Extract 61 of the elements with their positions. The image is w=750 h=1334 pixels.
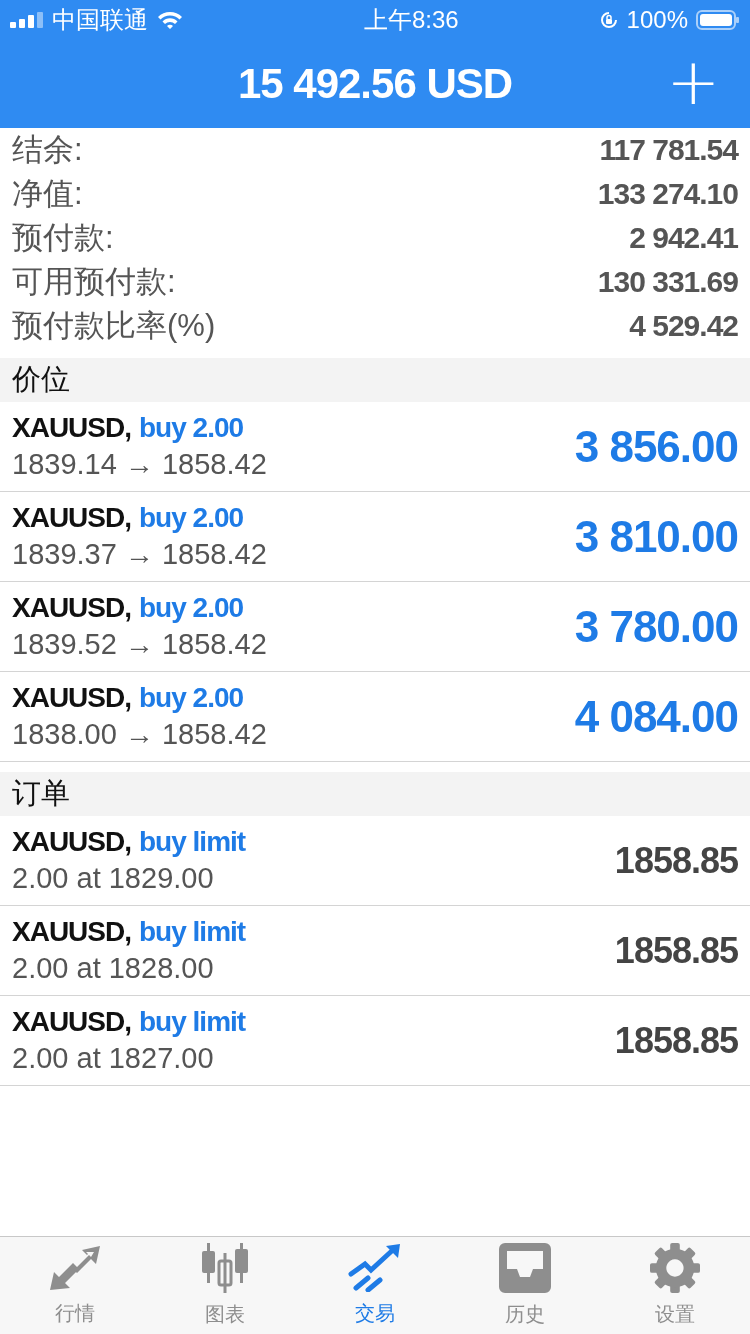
trade-row[interactable]: XAUUSD, buy 2.00 1839.37 → 1858.42 3 810.00 <box>0 492 750 582</box>
trade-prices: 1839.14 → 1858.42 <box>12 448 267 481</box>
price-value: 1858.85 <box>614 839 738 882</box>
trade-type: buy limit <box>139 916 246 948</box>
trade-type: buy 2.00 <box>139 592 244 624</box>
symbol-text: XAUUSD, <box>12 916 131 948</box>
summary-label: 净值: <box>12 175 83 213</box>
rotation-lock-icon <box>598 10 619 30</box>
trade-type: buy limit <box>139 1006 246 1038</box>
trade-row[interactable]: XAUUSD, buy limit 2.00 at 1829.00 1858.85 <box>0 816 750 906</box>
trade-prices: 1839.37 → 1858.42 <box>12 538 267 571</box>
symbol-text: XAUUSD, <box>12 592 131 624</box>
wifi-icon <box>156 10 184 30</box>
trade-prices: 1839.52 → 1858.42 <box>12 628 267 661</box>
summary-label: 结余: <box>12 131 83 169</box>
trade-prices: 2.00 at 1829.00 <box>12 862 215 895</box>
trade-row[interactable]: XAUUSD, buy 2.00 1838.00 → 1858.42 4 084.00 <box>0 672 750 762</box>
inbox-icon <box>499 1243 551 1293</box>
battery-icon <box>696 10 740 30</box>
symbol-text: XAUUSD, <box>12 826 131 858</box>
trade-type: buy 2.00 <box>139 682 244 714</box>
trade-type: buy 2.00 <box>139 412 244 444</box>
summary-label: 可用预付款: <box>12 263 176 301</box>
trade-row[interactable]: XAUUSD, buy 2.00 1839.14 → 1858.42 3 856.00 <box>0 402 750 492</box>
battery-percent: 100% <box>626 6 688 34</box>
symbol-text: XAUUSD, <box>12 682 131 714</box>
summary-label: 预付款: <box>12 219 114 257</box>
gear-icon <box>650 1243 700 1293</box>
profit-value: 4 084.00 <box>574 691 738 742</box>
candlestick-icon <box>199 1243 251 1293</box>
symbol-text: XAUUSD, <box>12 412 131 444</box>
profit-value: 3 780.00 <box>574 601 738 652</box>
trade-type: buy 2.00 <box>139 502 244 534</box>
price-value: 1858.85 <box>614 1019 738 1062</box>
trade-type: buy limit <box>139 826 246 858</box>
tab-item[interactable]: 交易 <box>300 1244 450 1327</box>
signal-icon <box>10 12 44 28</box>
summary-value: 2 942.41 <box>629 221 738 255</box>
profit-value: 3 856.00 <box>574 421 738 472</box>
summary-label: 预付款比率(%) <box>12 307 216 345</box>
carrier-name: 中国联通 <box>52 5 148 35</box>
profit-value: 3 810.00 <box>574 511 738 562</box>
arrows-icon <box>48 1244 102 1292</box>
section-header: 价位 <box>0 358 750 402</box>
summary-value: 4 529.42 <box>629 309 738 343</box>
trade-prices: 2.00 at 1828.00 <box>12 952 215 985</box>
symbol-text: XAUUSD, <box>12 502 131 534</box>
summary-value: 117 781.54 <box>599 133 738 167</box>
price-value: 1858.85 <box>614 929 738 972</box>
trade-row[interactable]: XAUUSD, buy limit 2.00 at 1827.00 1858.85 <box>0 996 750 1086</box>
trend-arrow-icon <box>348 1244 402 1292</box>
balance-title: 15 492.56 USD <box>237 60 513 108</box>
symbol-text: XAUUSD, <box>12 1006 131 1038</box>
trade-row[interactable]: XAUUSD, buy 2.00 1839.52 → 1858.42 3 780.00 <box>0 582 750 672</box>
section-header: 订单 <box>0 772 750 816</box>
trade-row[interactable]: XAUUSD, buy limit 2.00 at 1828.00 1858.85 <box>0 906 750 996</box>
trade-prices: 2.00 at 1827.00 <box>12 1042 215 1075</box>
summary-value: 130 331.69 <box>597 265 738 299</box>
summary-value: 133 274.10 <box>597 177 738 211</box>
trade-prices: 1838.00 → 1858.42 <box>12 718 267 751</box>
status-time: 上午8:36 <box>363 5 459 35</box>
